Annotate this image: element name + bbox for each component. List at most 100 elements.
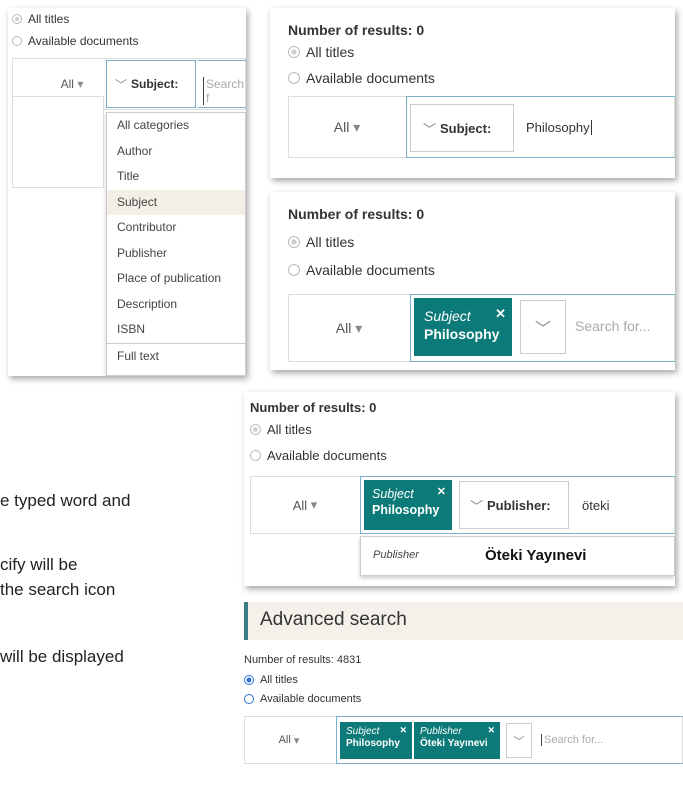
tag-value: Philosophy bbox=[424, 326, 500, 342]
panel-field-dropdown: All titles Available documents All ▾ ﹀ S… bbox=[8, 8, 246, 376]
search-input[interactable]: Search f bbox=[198, 60, 246, 108]
radio-unchecked-icon bbox=[250, 450, 261, 461]
menu-item[interactable]: All categories bbox=[107, 113, 245, 139]
close-icon[interactable]: ✕ bbox=[495, 306, 506, 322]
tag-value: Philosophy bbox=[372, 503, 440, 517]
menu-item[interactable]: Contributor bbox=[107, 215, 245, 241]
radio-unchecked-icon bbox=[288, 264, 300, 276]
menu-item[interactable]: Author bbox=[107, 139, 245, 165]
subject-tag[interactable]: Subject Philosophy ✕ bbox=[340, 722, 412, 759]
menu-item-selected[interactable]: Subject bbox=[107, 189, 245, 215]
menu-item[interactable]: Title bbox=[107, 164, 245, 190]
radio-unchecked-icon bbox=[12, 36, 22, 46]
radio-all-titles[interactable]: All titles bbox=[288, 234, 354, 250]
content-box bbox=[12, 96, 104, 188]
suggestion-type: Publisher bbox=[373, 549, 419, 561]
radio-all-titles[interactable]: All titles bbox=[288, 44, 354, 60]
radio-available-documents[interactable]: Available documents bbox=[250, 448, 387, 463]
all-label: All bbox=[278, 734, 291, 746]
menu-item[interactable]: Place of publication bbox=[107, 266, 245, 292]
caret-down-icon: ▾ bbox=[355, 319, 363, 336]
radio-all-titles[interactable]: All titles bbox=[12, 12, 69, 26]
subject-tag[interactable]: Subject Philosophy ✕ bbox=[414, 298, 512, 356]
autocomplete-suggestion[interactable]: Publisher Öteki Yayınevi bbox=[360, 536, 675, 576]
search-input-value[interactable]: öteki bbox=[582, 498, 609, 513]
panel-publisher-suggest: Number of results: 0 All titles Availabl… bbox=[244, 392, 675, 586]
field-selector[interactable]: ﹀ Publisher: bbox=[459, 481, 569, 529]
panel-advanced-search: Advanced search Number of results: 4831 … bbox=[236, 598, 683, 790]
radio-label: All titles bbox=[306, 44, 355, 60]
field-label: Publisher: bbox=[487, 497, 551, 513]
radio-label: All titles bbox=[260, 674, 298, 686]
field-label: Subject: bbox=[131, 77, 179, 91]
close-icon[interactable]: ✕ bbox=[399, 725, 407, 736]
caret-down-icon: ▾ bbox=[310, 497, 318, 512]
field-selector[interactable]: ﹀ bbox=[520, 300, 566, 354]
chevron-down-icon: ﹀ bbox=[115, 77, 128, 92]
caret-down-icon: ▾ bbox=[353, 118, 361, 135]
close-icon[interactable]: ✕ bbox=[487, 725, 495, 736]
search-input-value[interactable]: Philosophy bbox=[526, 120, 592, 135]
radio-label: Available documents bbox=[28, 34, 139, 48]
radio-checked-icon bbox=[244, 675, 254, 685]
menu-item[interactable]: Description bbox=[107, 292, 245, 318]
menu-item[interactable]: Full text bbox=[107, 342, 245, 370]
body-text-line-1: e typed word and bbox=[0, 491, 131, 510]
field-selector[interactable]: ﹀ Subject: bbox=[410, 104, 514, 152]
all-dropdown[interactable]: All ▾ bbox=[288, 96, 406, 158]
close-icon[interactable]: ✕ bbox=[437, 485, 446, 498]
radio-checked-icon bbox=[12, 14, 22, 24]
tag-value: Philosophy bbox=[346, 738, 400, 749]
radio-all-titles[interactable]: All titles bbox=[244, 674, 298, 686]
all-label: All bbox=[60, 77, 74, 91]
radio-label: Available documents bbox=[306, 262, 435, 278]
caret-down-icon: ▾ bbox=[77, 77, 84, 91]
field-label: Subject: bbox=[440, 120, 492, 136]
radio-label: All titles bbox=[306, 234, 355, 250]
subject-tag[interactable]: Subject Philosophy ✕ bbox=[364, 480, 452, 530]
all-label: All bbox=[292, 497, 308, 513]
field-selector[interactable]: ﹀ Subject: bbox=[106, 60, 196, 108]
chevron-down-icon: ﹀ bbox=[534, 321, 551, 338]
all-dropdown[interactable]: All ▾ bbox=[288, 294, 410, 362]
radio-available-documents[interactable]: Available documents bbox=[288, 70, 435, 86]
menu-item[interactable]: Publisher bbox=[107, 241, 245, 267]
body-text-line-2: cify will be bbox=[0, 555, 78, 574]
radio-label: Available documents bbox=[260, 693, 362, 705]
all-label: All bbox=[333, 119, 350, 135]
caret-down-icon: ▾ bbox=[293, 734, 300, 747]
radio-all-titles[interactable]: All titles bbox=[250, 422, 312, 437]
radio-unchecked-icon bbox=[244, 694, 254, 704]
menu-item[interactable]: ISBN bbox=[107, 317, 245, 343]
results-count: Number of results: 0 bbox=[288, 22, 425, 38]
suggestion-value: Öteki Yayınevi bbox=[485, 547, 587, 564]
radio-checked-icon bbox=[250, 424, 261, 435]
field-selector[interactable]: ﹀ bbox=[506, 723, 532, 758]
radio-checked-icon bbox=[288, 236, 300, 248]
radio-available-documents[interactable]: Available documents bbox=[288, 262, 435, 278]
all-dropdown[interactable]: All ▾ bbox=[250, 476, 360, 534]
chevron-down-icon: ﹀ bbox=[513, 735, 525, 748]
radio-label: Available documents bbox=[306, 70, 435, 86]
body-text-line-4: will be displayed bbox=[0, 647, 124, 666]
panel-subject-tag: Number of results: 0 All titles Availabl… bbox=[270, 192, 675, 370]
chevron-down-icon: ﹀ bbox=[470, 498, 484, 514]
radio-label: Available documents bbox=[267, 448, 387, 463]
page-title: Advanced search bbox=[260, 609, 407, 630]
radio-unchecked-icon bbox=[288, 72, 300, 84]
results-count: Number of results: 0 bbox=[250, 400, 377, 415]
publisher-tag[interactable]: Publisher Öteki Yayınevi ✕ bbox=[414, 722, 500, 759]
search-placeholder[interactable]: Search for... bbox=[541, 734, 603, 746]
radio-available-documents[interactable]: Available documents bbox=[244, 693, 361, 705]
tag-value: Öteki Yayınevi bbox=[420, 738, 488, 749]
heading-bar: Advanced search bbox=[244, 602, 683, 640]
radio-available-documents[interactable]: Available documents bbox=[12, 34, 139, 48]
search-placeholder: Search f bbox=[203, 77, 246, 105]
all-dropdown[interactable]: All ▾ bbox=[244, 716, 334, 764]
search-placeholder[interactable]: Search for... bbox=[575, 318, 650, 334]
radio-checked-icon bbox=[288, 46, 300, 58]
all-label: All bbox=[335, 320, 352, 336]
chevron-down-icon: ﹀ bbox=[423, 121, 437, 137]
body-text-line-3: the search icon bbox=[0, 580, 116, 599]
results-count: Number of results: 0 bbox=[288, 206, 425, 222]
